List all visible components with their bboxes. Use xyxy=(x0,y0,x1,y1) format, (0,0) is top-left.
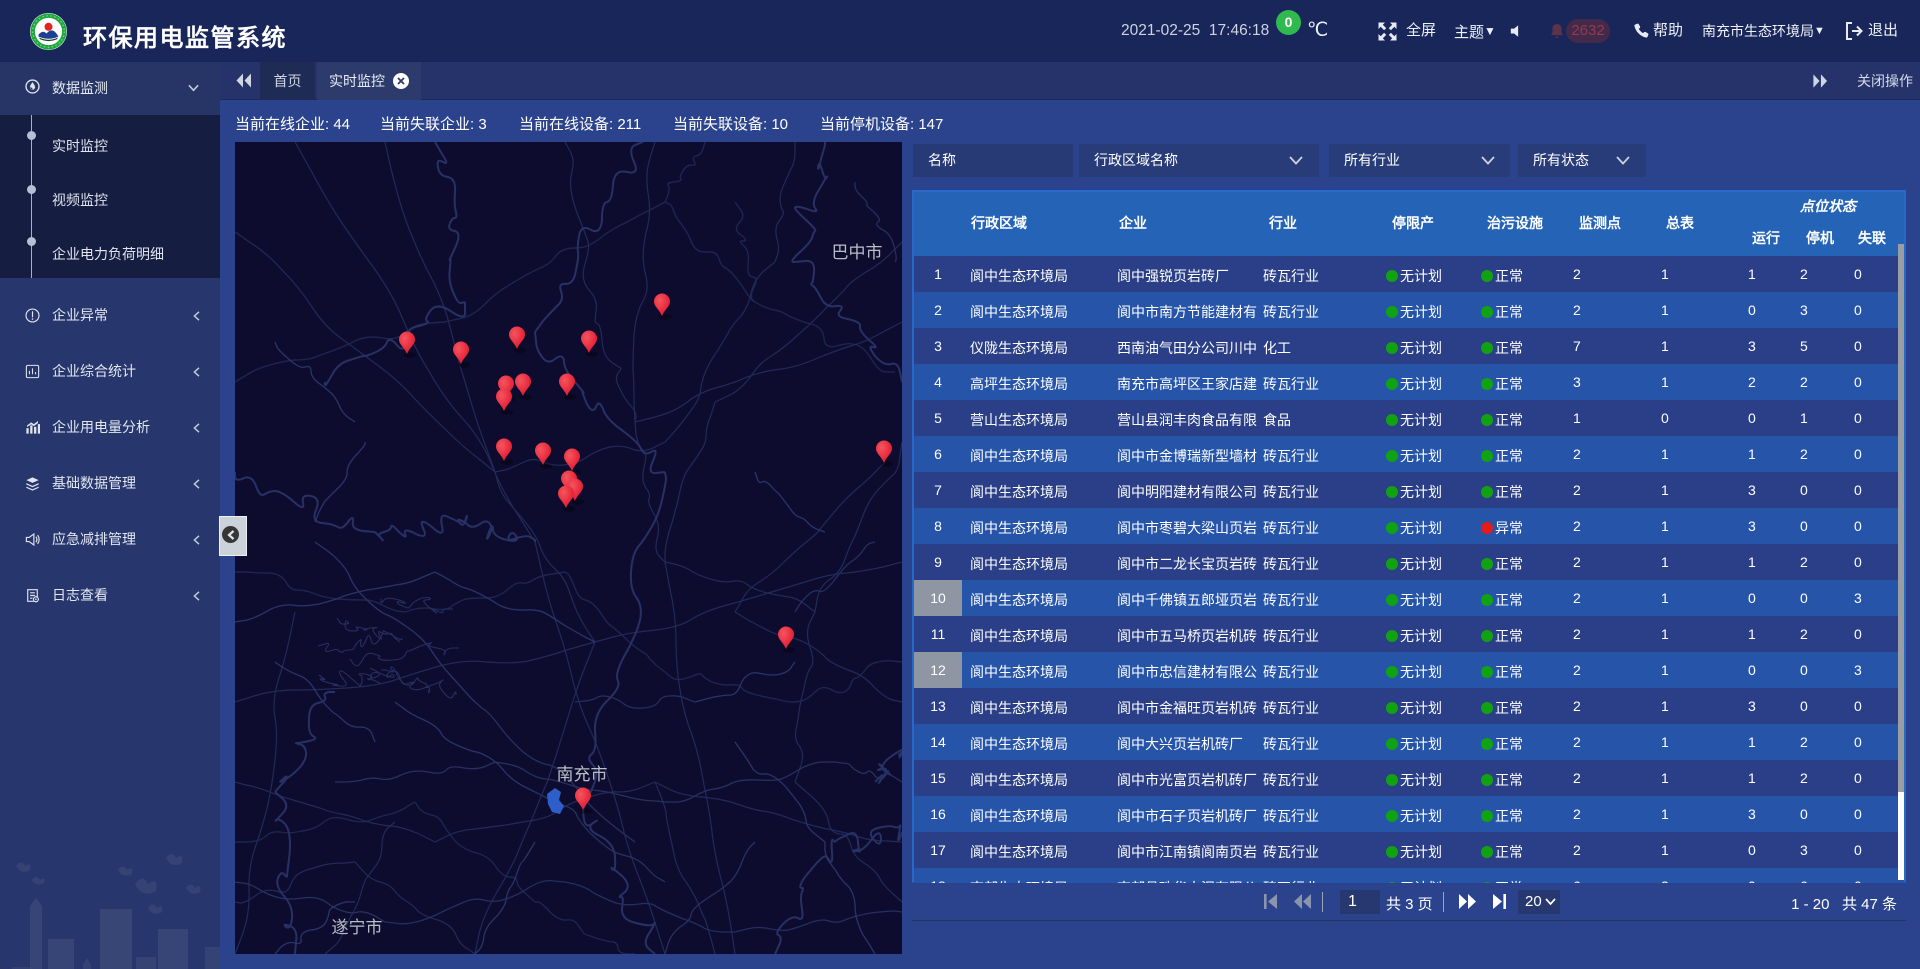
svg-text:遂宁市: 遂宁市 xyxy=(332,918,383,937)
svg-text:巴中市: 巴中市 xyxy=(832,243,883,262)
svg-text:南充市: 南充市 xyxy=(557,765,608,784)
